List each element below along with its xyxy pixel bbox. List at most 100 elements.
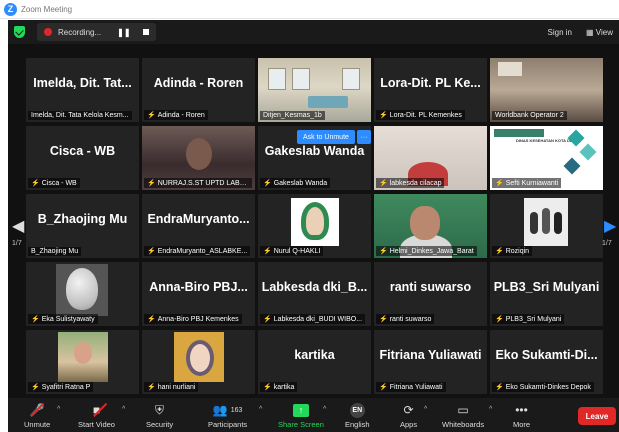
participant-display-name: Labkesda dki_B... <box>261 280 368 294</box>
room-window <box>292 68 310 90</box>
pause-recording-icon[interactable]: ❚❚ <box>117 28 130 37</box>
more-options-button[interactable]: ··· <box>357 130 371 144</box>
muted-mic-icon: ⚡ <box>379 248 388 255</box>
participant-tile[interactable]: ⚡ hani nurliani <box>142 330 255 394</box>
apps-options-chevron-icon[interactable]: ^ <box>424 406 427 413</box>
participant-tile[interactable]: Imelda, Dit. Tat... Imelda, Dit. Tata Ke… <box>26 58 139 122</box>
participant-name: Adinda - Roren <box>157 112 205 119</box>
security-label: Security <box>146 420 174 429</box>
participant-name-label: ⚡ Roziqin <box>492 246 533 256</box>
more-button[interactable]: ••• More <box>513 402 530 429</box>
participant-tile[interactable]: Eko Sukamti-Di... ⚡ Eko Sukamti-Dinkes De… <box>490 330 603 394</box>
video-options-chevron-icon[interactable]: ^ <box>122 406 125 413</box>
participant-tile[interactable]: kartika ⚡ kartika <box>258 330 371 394</box>
photo-figure <box>554 212 562 234</box>
profile-photo <box>291 198 339 246</box>
participant-tile[interactable]: ranti suwarso ⚡ ranti suwarso <box>374 262 487 326</box>
participant-tile[interactable]: ⚡ Syafitri Ratna P <box>26 330 139 394</box>
participant-tile[interactable]: Fitriana Yuliawati ⚡ Fitriana Yuliawati <box>374 330 487 394</box>
apps-button[interactable]: ⟳ Apps <box>400 402 417 429</box>
participant-tile[interactable]: Worldbank Operator 2 <box>490 58 603 122</box>
participant-photo <box>291 198 339 246</box>
encryption-shield-icon[interactable] <box>14 26 25 38</box>
participant-name: B_Zhaojing Mu <box>31 248 79 255</box>
participant-display-name: Fitriana Yuliawati <box>379 348 482 362</box>
video-gallery: Imelda, Dit. Tat... Imelda, Dit. Tata Ke… <box>8 44 619 398</box>
participant-display-name: EndraMuryanto... <box>147 212 250 226</box>
participant-name-label: Imelda, Dit. Tata Kelola Kesm... <box>28 111 132 120</box>
muted-mic-icon: ⚡ <box>31 316 40 323</box>
muted-mic-icon: ⚡ <box>379 180 388 187</box>
participant-tile[interactable]: Labkesda dki_B... ⚡ Labkesda dki_BUDI WIB… <box>258 262 371 326</box>
share-screen-button[interactable]: ↑ Share Screen <box>278 402 324 429</box>
share-options-chevron-icon[interactable]: ^ <box>323 406 326 413</box>
whiteboards-options-chevron-icon[interactable]: ^ <box>489 406 492 413</box>
recording-dot-icon <box>44 28 52 36</box>
start-video-button[interactable]: ■ Start Video <box>78 402 115 429</box>
security-button[interactable]: ⛨ Security <box>146 402 174 430</box>
muted-mic-icon: ⚡ <box>495 316 504 323</box>
participants-button[interactable]: 👥 163 Participants <box>208 402 247 429</box>
participant-tile[interactable]: ⚡ Roziqin <box>490 194 603 258</box>
participant-name-label: ⚡ Adinda - Roren <box>144 110 208 120</box>
stop-recording-icon[interactable] <box>142 29 149 35</box>
participants-options-chevron-icon[interactable]: ^ <box>259 406 262 413</box>
participant-photo <box>58 332 108 382</box>
view-label: View <box>595 27 613 37</box>
share-screen-arrow-icon: ↑ <box>292 403 309 417</box>
more-dots-icon: ••• <box>515 403 528 417</box>
slide-logo-bar <box>494 129 544 137</box>
muted-mic-icon: ⚡ <box>147 112 156 119</box>
participant-tile[interactable]: ⚡ Eka Sulistyawaty <box>26 262 139 326</box>
participant-tile[interactable]: EndraMuryanto... ⚡ EndraMuryanto_ASLABKE.… <box>142 194 255 258</box>
participant-name-label: ⚡ Eka Sulistyawaty <box>28 314 98 324</box>
participant-name-label: ⚡ Sefti Kurniawanti <box>492 178 562 188</box>
participant-name: Nurul Q-HAKLI <box>273 248 321 255</box>
participant-tile[interactable]: Anna-Biro PBJ... ⚡ Anna-Biro PBJ Kemenkes <box>142 262 255 326</box>
language-interpretation-button[interactable]: EN English <box>345 402 370 429</box>
participant-tile[interactable]: Adinda - Roren ⚡ Adinda - Roren <box>142 58 255 122</box>
participant-name-label: ⚡ Fitriana Yuliawati <box>376 382 446 392</box>
leave-button[interactable]: Leave <box>578 407 616 425</box>
participant-tile[interactable]: Cisca - WB ⚡ Cisca - WB <box>26 126 139 190</box>
unmute-button[interactable]: 🎤 Unmute <box>24 402 50 429</box>
participant-name: hani nurliani <box>157 384 196 391</box>
participant-tile[interactable]: Lora-Dit. PL Ke... ⚡ Lora-Dit. PL Kemenke… <box>374 58 487 122</box>
participant-tile[interactable]: ⚡ Helmi_Dinkes_Jawa_Barat <box>374 194 487 258</box>
meeting-controls-toolbar: 🎤 Unmute ^ ■ Start Video ^ ⛨ Security 👥 1… <box>8 398 619 432</box>
participant-name: Imelda, Dit. Tata Kelola Kesm... <box>31 112 129 119</box>
muted-mic-icon: ⚡ <box>147 248 156 255</box>
participant-tile-active-speaker[interactable]: Ditjen_Kesmas_1b <box>258 58 371 122</box>
recording-label: Recording... <box>58 27 102 37</box>
participant-tile[interactable]: PLB3_Sri Mulyani ⚡ PLB3_Sri Mulyani <box>490 262 603 326</box>
participant-tile[interactable]: B_Zhaojing Mu B_Zhaojing Mu <box>26 194 139 258</box>
ask-to-unmute-button[interactable]: Ask to Unmute <box>297 130 355 144</box>
participant-name: NURRAJ.S.ST UPTD LABK... <box>157 180 251 187</box>
participant-tile[interactable]: ⚡ NURRAJ.S.ST UPTD LABK... <box>142 126 255 190</box>
participant-photo <box>524 198 568 246</box>
previous-page-arrow-icon[interactable]: ◀ <box>12 216 24 236</box>
profile-photo <box>174 332 224 382</box>
participant-name-label: ⚡ Gakeslab Wanda <box>260 178 331 188</box>
microphone-muted-icon: 🎤 <box>29 403 45 417</box>
room-table <box>308 96 348 108</box>
whiteboards-button[interactable]: ▭ Whiteboards <box>442 402 484 429</box>
participant-name-label: ⚡ hani nurliani <box>144 382 199 392</box>
audio-options-chevron-icon[interactable]: ^ <box>57 406 60 413</box>
participant-name: Syafitri Ratna P <box>41 384 91 391</box>
participant-tile[interactable]: ⚡ labkesda cilacap <box>374 126 487 190</box>
participant-name: Gakeslab Wanda <box>273 180 328 187</box>
view-button[interactable]: ▦ View <box>586 28 613 37</box>
muted-mic-icon: ⚡ <box>495 180 504 187</box>
sign-in-link[interactable]: Sign in <box>548 28 572 37</box>
next-page-arrow-icon[interactable]: ▶ <box>604 216 616 236</box>
participant-name: Eka Sulistyawaty <box>41 316 95 323</box>
participant-tile[interactable]: DINAS KESEHATAN KOTA DEPOK ⚡ Sefti Kurnia… <box>490 126 603 190</box>
participant-name: ranti suwarso <box>389 316 432 323</box>
share-screen-label: Share Screen <box>278 420 324 429</box>
participant-name-label: ⚡ Nurul Q-HAKLI <box>260 246 324 256</box>
participant-name-label: ⚡ Lora-Dit. PL Kemenkes <box>376 110 465 120</box>
participant-tile[interactable]: ⚡ Nurul Q-HAKLI <box>258 194 371 258</box>
grid-view-icon: ▦ <box>586 27 596 37</box>
slide-shape <box>579 143 597 161</box>
